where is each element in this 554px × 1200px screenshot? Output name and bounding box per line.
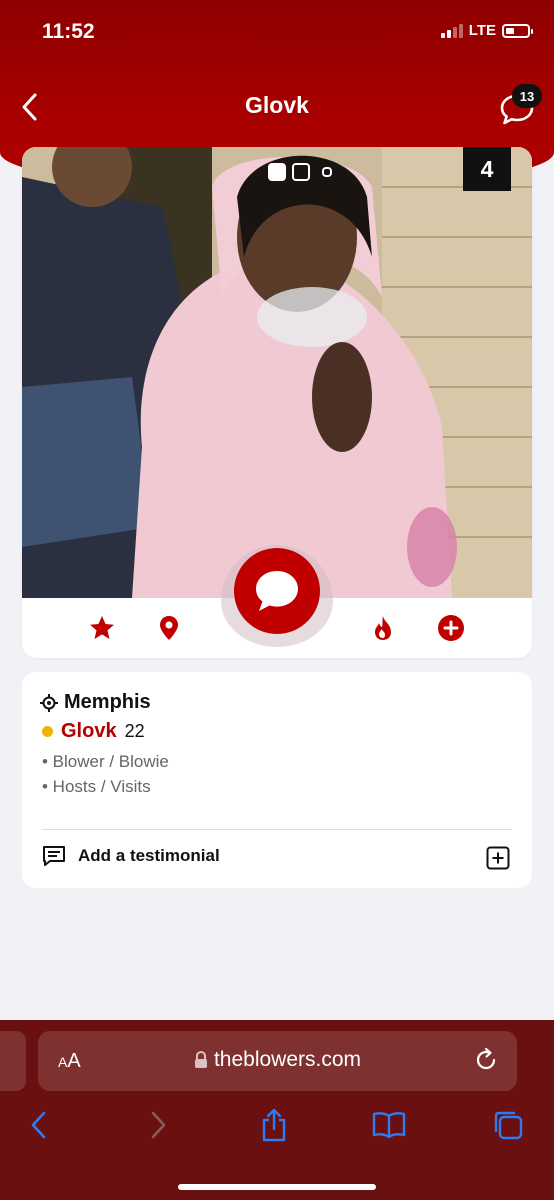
- profile-tag: • Blower / Blowie: [42, 752, 169, 771]
- map-pin-icon: [160, 616, 178, 640]
- browser-back-button[interactable]: [22, 1108, 56, 1142]
- reload-icon[interactable]: [473, 1047, 499, 1073]
- location-row: Memphis: [40, 691, 151, 714]
- add-testimonial-button[interactable]: Add a testimonial: [42, 845, 220, 867]
- comment-icon: [43, 846, 65, 866]
- bookmarks-button[interactable]: [372, 1108, 406, 1142]
- lock-icon: [194, 1051, 207, 1069]
- messages-badge: 13: [512, 84, 542, 108]
- page-title: Glovk: [245, 92, 309, 118]
- favorite-button[interactable]: [86, 612, 118, 644]
- location-label: Memphis: [64, 691, 151, 713]
- pager-dot[interactable]: [292, 163, 310, 181]
- chat-bubble-icon: [256, 571, 298, 611]
- home-indicator: [178, 1184, 376, 1190]
- book-icon: [372, 1112, 406, 1139]
- photo-count-badge: 4: [463, 147, 511, 191]
- chat-button[interactable]: [234, 548, 320, 634]
- url-text: theblowers.com: [213, 1048, 362, 1071]
- pager-dot[interactable]: [322, 167, 332, 177]
- flame-icon: [375, 616, 391, 640]
- share-button[interactable]: [257, 1108, 291, 1142]
- profile-tag: • Hosts / Visits: [42, 777, 151, 796]
- browser-toolbar: [0, 1108, 554, 1148]
- profile-name: Glovk: [61, 720, 117, 742]
- name-row: Glovk 22: [42, 720, 145, 743]
- browser-bottom-bar: AA theblowers.com: [0, 1020, 554, 1200]
- chevron-right-icon: [151, 1111, 166, 1139]
- online-status-dot: [42, 726, 53, 737]
- status-indicators: LTE: [440, 22, 533, 39]
- crosshair-icon: [40, 693, 58, 712]
- photo-pager[interactable]: [268, 163, 332, 181]
- browser-forward-button[interactable]: [141, 1108, 175, 1142]
- address-bar[interactable]: AA theblowers.com: [38, 1031, 517, 1091]
- tabs-icon: [494, 1111, 523, 1140]
- profile-age: 22: [124, 721, 145, 741]
- chevron-left-icon: [31, 1111, 46, 1139]
- add-testimonial-label: Add a testimonial: [78, 846, 220, 865]
- hot-button[interactable]: [367, 612, 399, 644]
- star-icon: [90, 616, 114, 639]
- divider: [42, 829, 512, 830]
- network-label: LTE: [468, 22, 496, 39]
- location-button[interactable]: [153, 612, 185, 644]
- plus-square-icon[interactable]: [486, 846, 510, 870]
- url-display[interactable]: theblowers.com: [38, 1048, 517, 1072]
- previous-tab-preview[interactable]: [0, 1031, 26, 1091]
- signal-icon: [440, 23, 463, 38]
- profile-info-card: Memphis Glovk 22 • Blower / Blowie • Hos…: [22, 672, 532, 888]
- plus-circle-icon: [438, 615, 464, 641]
- battery-icon: [502, 23, 533, 38]
- tabs-button[interactable]: [491, 1108, 525, 1142]
- profile-photo-image: [22, 147, 532, 598]
- profile-photo[interactable]: [22, 147, 532, 598]
- pager-dot-active[interactable]: [268, 163, 286, 181]
- status-time: 11:52: [42, 20, 95, 43]
- share-icon: [262, 1108, 286, 1142]
- add-button[interactable]: [435, 612, 467, 644]
